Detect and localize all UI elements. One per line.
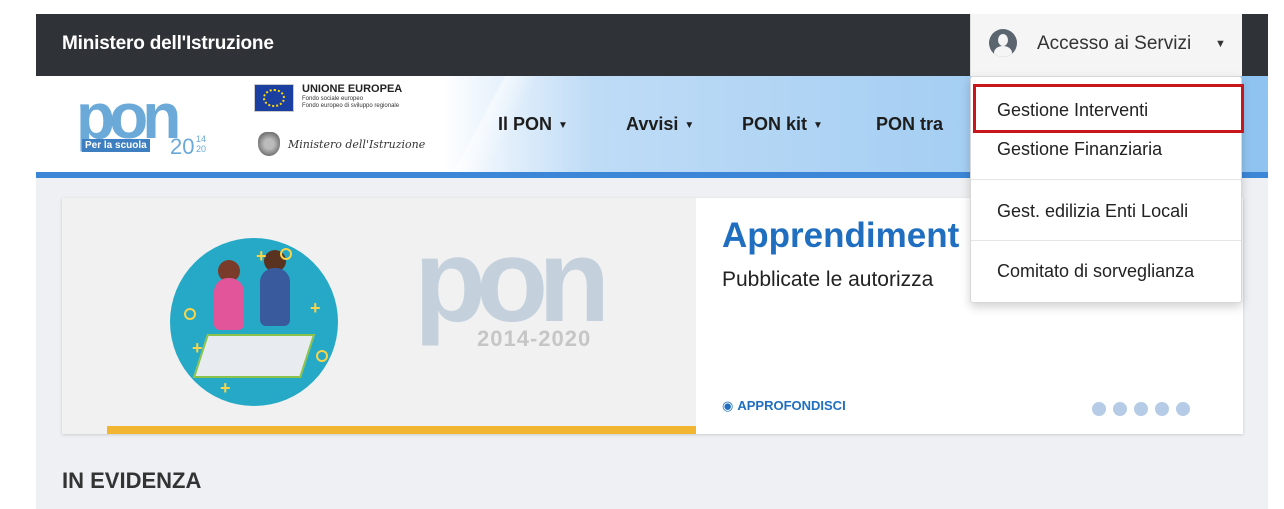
menu-item-gest-edilizia-enti-locali[interactable]: Gest. edilizia Enti Locali	[997, 201, 1188, 222]
ministry-script-logo: Ministero dell'Istruzione	[288, 138, 426, 151]
read-more-label: APPROFONDISCI	[737, 398, 846, 413]
nav-il-pon-label: Il PON	[498, 114, 553, 134]
carousel-indicators	[1092, 402, 1197, 421]
nav-pon-kit-label: PON kit	[742, 114, 808, 134]
user-icon	[989, 29, 1017, 57]
pon-logo-tagline: Per la scuola	[82, 139, 150, 152]
eu-flag-icon	[254, 84, 294, 112]
slide-image-bar	[107, 426, 696, 434]
pon-logo-year-suffix: 14 20	[196, 134, 207, 154]
highlight-box	[973, 84, 1244, 133]
slide-subtitle: Pubblicate le autorizza	[722, 268, 934, 291]
slide-image: pon 2014-2020 + + + +	[62, 198, 696, 434]
jumping-kids-illustration: + + + +	[170, 238, 338, 406]
nav-avvisi[interactable]: Avvisi ▼	[626, 114, 694, 135]
slide-bg-year: 2014-2020	[477, 326, 592, 351]
carousel-dot[interactable]	[1113, 402, 1127, 416]
services-access-label: Accesso ai Servizi	[1037, 33, 1192, 54]
caret-down-icon: ▼	[558, 120, 568, 131]
carousel-dot[interactable]	[1155, 402, 1169, 416]
carousel-dot[interactable]	[1176, 402, 1190, 416]
menu-divider	[971, 179, 1241, 180]
eu-title: UNIONE EUROPEA	[302, 83, 403, 95]
eye-icon: ◉	[722, 398, 734, 413]
menu-divider	[971, 240, 1241, 241]
caret-down-icon: ▼	[813, 120, 823, 131]
republic-emblem-icon	[258, 132, 280, 156]
eu-fund-line-1: Fondo sociale europeo	[302, 96, 364, 102]
slide-bg-logo: pon	[414, 215, 610, 347]
read-more-link[interactable]: ◉ APPROFONDISCI	[722, 398, 846, 414]
nav-pon-tra-label: PON tra	[876, 114, 944, 134]
eu-fund-line-2: Fondo europeo di sviluppo regionale	[302, 103, 400, 109]
section-title-in-evidenza: IN EVIDENZA	[62, 468, 202, 493]
ministry-link[interactable]: Ministero dell'Istruzione	[62, 33, 274, 55]
pon-logo-year: 20	[170, 134, 195, 159]
nav-pon-tra[interactable]: PON tra	[876, 114, 943, 135]
services-access-button[interactable]: Accesso ai Servizi ▼	[970, 14, 1242, 76]
menu-item-gestione-finanziaria[interactable]: Gestione Finanziaria	[997, 139, 1162, 160]
nav-avvisi-label: Avvisi	[626, 114, 679, 134]
pon-logo[interactable]: pon Per la scuola 20 14 20	[76, 84, 216, 162]
caret-down-icon: ▼	[1215, 38, 1226, 50]
caret-down-icon: ▼	[684, 120, 695, 131]
slide-title[interactable]: Apprendiment	[722, 216, 959, 256]
menu-item-comitato-di-sorveglianza[interactable]: Comitato di sorveglianza	[997, 261, 1194, 282]
carousel-dot[interactable]	[1092, 402, 1106, 416]
nav-pon-kit[interactable]: PON kit ▼	[742, 114, 823, 135]
nav-il-pon[interactable]: Il PON ▼	[498, 114, 568, 135]
carousel-dot[interactable]	[1134, 402, 1148, 416]
top-bar: Ministero dell'Istruzione Accesso ai Ser…	[36, 14, 1268, 76]
